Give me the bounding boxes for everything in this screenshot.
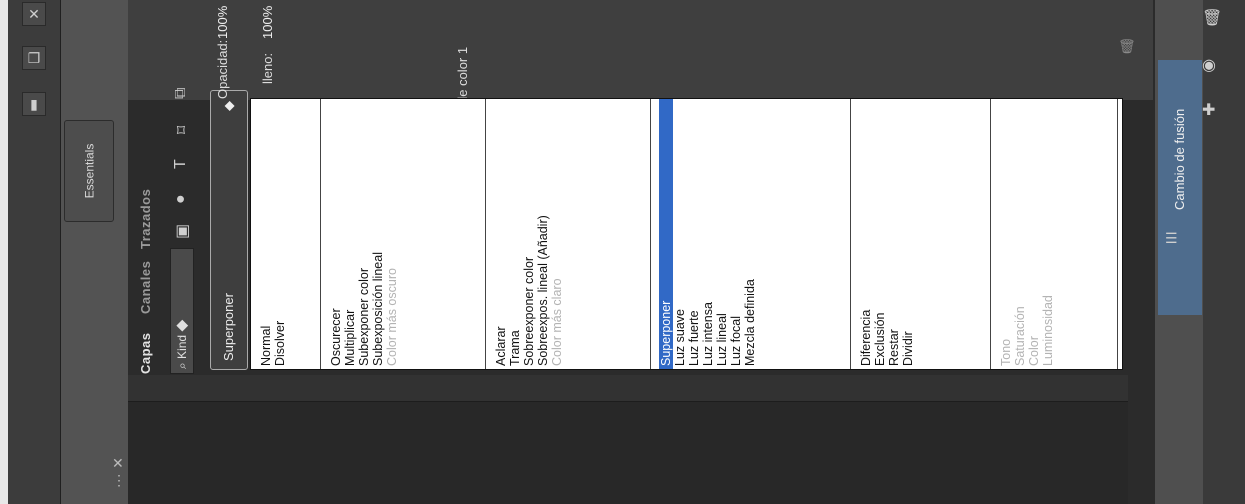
image-filter-icon[interactable]: ▣ <box>172 224 192 239</box>
menu-item-multiplicar[interactable]: Multiplicar <box>343 99 357 369</box>
shape-filter-icon[interactable]: ⌑ <box>172 126 192 134</box>
menu-item-mezcla-definida[interactable]: Mezcla definida <box>743 99 757 369</box>
menu-item-color-más-claro: Color más claro <box>550 278 564 366</box>
menu-item-tono: Tono <box>999 338 1013 366</box>
menu-item-luz-focal[interactable]: Luz focal <box>729 99 743 369</box>
menu-item-exclusión[interactable]: Exclusión <box>873 99 887 369</box>
menu-item-luz-fuerte[interactable]: Luz fuerte <box>687 99 701 369</box>
smart-filter-icon[interactable]: ⧉ <box>172 88 190 99</box>
blend-mode-value: Superponer <box>221 293 236 361</box>
menu-group: Aclarar Trama Sobreexponer color Sobreexpos… <box>486 99 651 369</box>
menu-item-luz-lineal[interactable]: Luz lineal <box>715 99 729 369</box>
menu-item-aclarar[interactable]: Aclarar <box>494 99 508 369</box>
menu-item-dividir[interactable]: Dividir <box>901 99 915 369</box>
blend-mode-select[interactable]: Superponer ◆ <box>210 90 248 370</box>
menu-item-luminosidad: Luminosidad <box>1041 295 1055 366</box>
menu-group: Normal Disolver <box>251 99 321 369</box>
menu-item-superponer[interactable]: Superponer <box>659 99 673 369</box>
kind-filter-select[interactable]: ⌕ Kind ◆ <box>170 248 194 374</box>
kind-label: Kind <box>175 334 189 359</box>
menu-item-luz-intensa[interactable]: Luz intensa <box>701 99 715 369</box>
menu-item-disolver[interactable]: Disolver <box>273 99 287 369</box>
opacity-label: Opacidad: <box>215 39 230 99</box>
tab-canales[interactable]: Canales <box>138 261 153 314</box>
menu-item-restar[interactable]: Restar <box>887 99 901 369</box>
tab-trazados[interactable]: Trazados <box>138 189 153 249</box>
menu-item-sobreexponer-color[interactable]: Sobreexponer color <box>522 99 536 369</box>
menu-item-subexposición-lineal[interactable]: Subexposición lineal <box>371 99 385 369</box>
blend-mode-menu: Normal Disolver Oscurecer Multiplicar Subexp… <box>250 98 1123 370</box>
fill-value[interactable]: 100% <box>260 6 275 39</box>
search-icon: ⌕ <box>175 358 189 369</box>
menu-item-color-más-oscuro: Color más oscuro <box>385 268 399 366</box>
menu-group: Diferencia Exclusión Restar Dividir <box>851 99 991 369</box>
text-filter-icon[interactable]: T <box>172 159 190 169</box>
circle-filter-icon[interactable]: ● <box>172 194 190 204</box>
rotated-layers-panel: Capas Canales Trazados ⌕ Kind ◆ ▣ ● T ⌑ … <box>0 0 1245 504</box>
menu-group: Superponer Luz suave Luz fuerte Luz intensa… <box>651 99 851 369</box>
layer-name[interactable]: de color 1 <box>455 47 470 104</box>
menu-item-luz-suave[interactable]: Luz suave <box>673 99 687 369</box>
opacity-value[interactable]: 100% <box>215 6 230 39</box>
menu-item-color: Color <box>1027 336 1041 366</box>
chevron-icon: ◆ <box>175 319 189 332</box>
menu-item-sobreexpos-lineal-añadir-[interactable]: Sobreexpos. lineal (Añadir) <box>536 99 550 369</box>
menu-item-oscurecer[interactable]: Oscurecer <box>329 99 343 369</box>
tab-capas[interactable]: Capas <box>138 332 153 374</box>
menu-group: Tono Saturación Color Luminosidad <box>991 99 1118 369</box>
menu-item-normal[interactable]: Normal <box>259 99 273 369</box>
menu-item-subexponer-color[interactable]: Subexponer color <box>357 99 371 369</box>
chevron-up-down-icon: ◆ <box>221 101 236 111</box>
menu-group: Oscurecer Multiplicar Subexponer color Sube… <box>321 99 486 369</box>
menu-item-trama[interactable]: Trama <box>508 99 522 369</box>
menu-item-saturación: Saturación <box>1013 306 1027 366</box>
menu-item-diferencia[interactable]: Diferencia <box>859 99 873 369</box>
fill-label: lleno: <box>260 52 275 84</box>
